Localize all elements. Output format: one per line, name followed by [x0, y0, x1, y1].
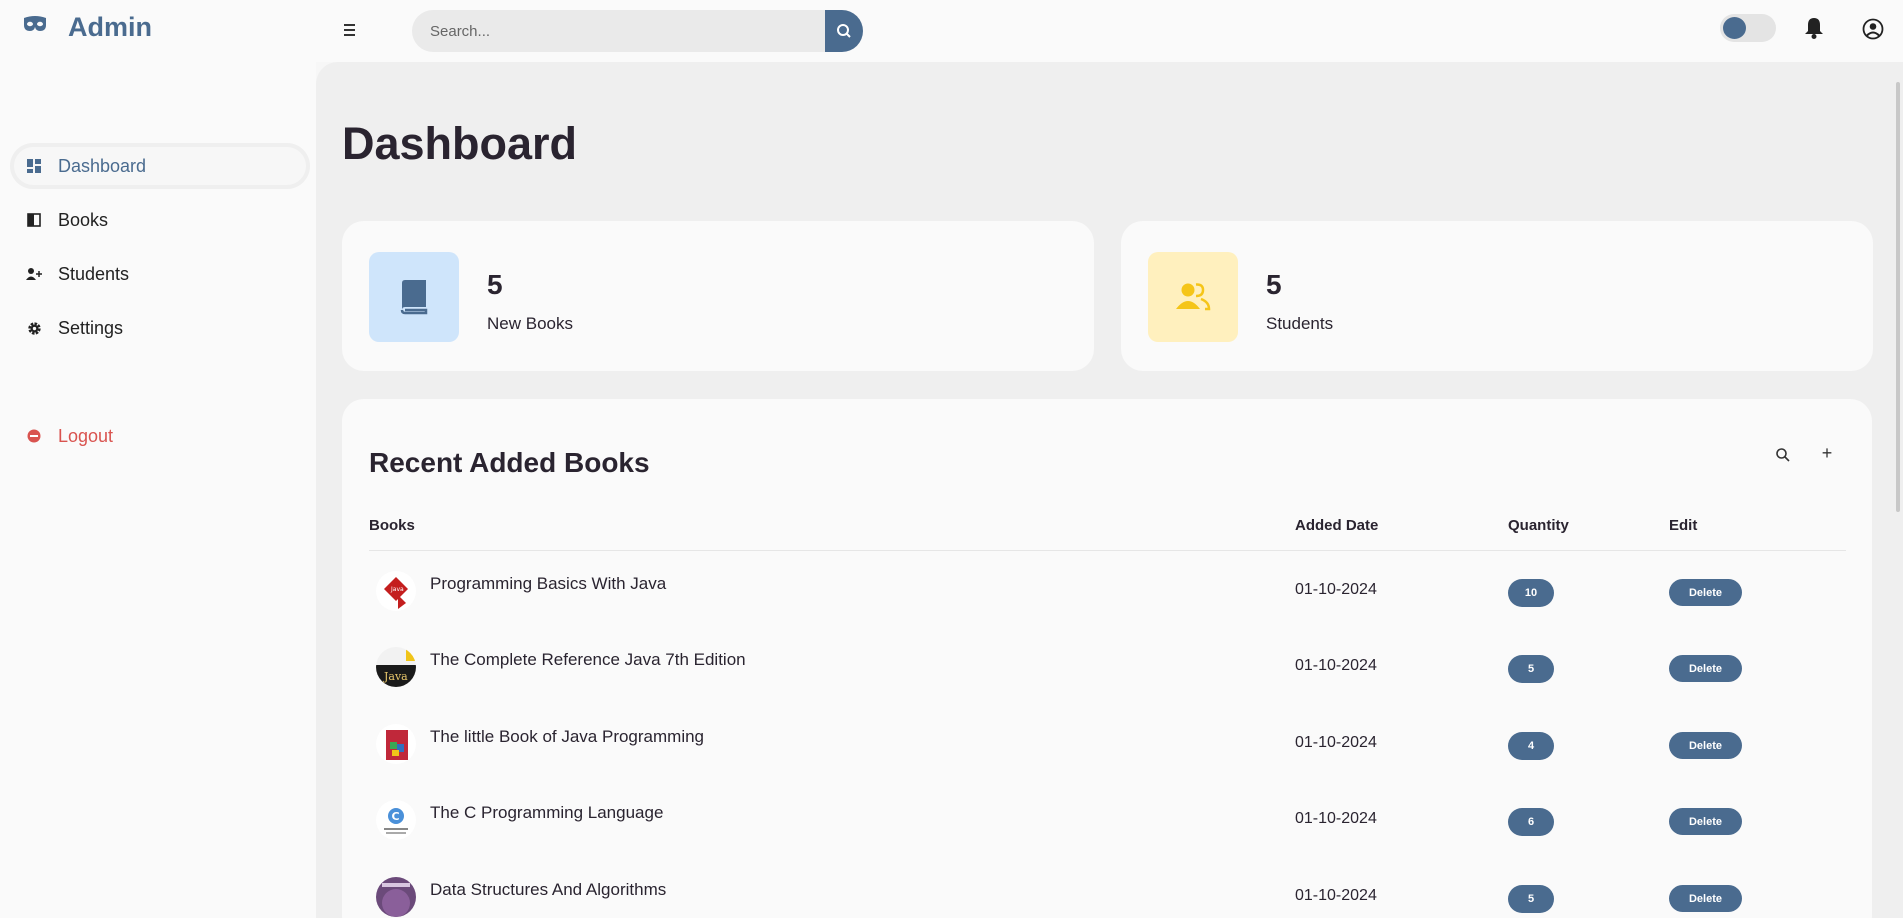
added-date: 01-10-2024 — [1295, 887, 1377, 904]
delete-button[interactable]: Delete — [1669, 885, 1742, 912]
quantity-badge: 5 — [1508, 885, 1554, 913]
added-date: 01-10-2024 — [1295, 810, 1377, 827]
added-date: 01-10-2024 — [1295, 581, 1377, 598]
panel-title: Recent Added Books — [369, 447, 650, 478]
column-header: Books — [369, 517, 415, 534]
stat-caption: New Books — [487, 314, 573, 333]
delete-button[interactable]: Delete — [1669, 732, 1742, 759]
table-row: The little Book of Java Programming 01-1… — [342, 712, 1872, 788]
search-button[interactable] — [825, 10, 863, 52]
delete-button[interactable]: Delete — [1669, 808, 1742, 835]
svg-text:Java: Java — [390, 586, 404, 593]
bell-icon[interactable] — [1803, 16, 1825, 40]
column-header: Edit — [1669, 517, 1698, 534]
book-cover-image — [376, 877, 416, 917]
quantity-badge: 4 — [1508, 732, 1554, 760]
added-date: 01-10-2024 — [1295, 657, 1377, 674]
gear-icon — [26, 320, 42, 336]
search-input[interactable] — [412, 10, 826, 52]
book-title: Programming Basics With Java — [430, 574, 667, 593]
book-title: The Complete Reference Java 7th Edition — [430, 650, 746, 669]
svg-text:Java: Java — [383, 670, 408, 683]
top-bar: Admin — [0, 0, 1903, 62]
sidebar-item-logout[interactable]: Logout — [10, 413, 310, 459]
dashboard-icon — [26, 158, 42, 174]
quantity-badge: 5 — [1508, 655, 1554, 683]
sidebar-item-label: Students — [58, 263, 130, 284]
added-date: 01-10-2024 — [1295, 734, 1377, 751]
book-cover-image: C — [376, 800, 416, 840]
theme-toggle[interactable] — [1720, 14, 1776, 42]
sidebar-item-settings[interactable]: Settings — [10, 305, 310, 351]
stat-value: 5 — [1266, 269, 1282, 300]
stat-card-students: 5 Students — [1121, 221, 1873, 371]
sidebar-item-label: Logout — [58, 425, 114, 446]
book-title: The little Book of Java Programming — [430, 727, 705, 746]
menu-toggle-icon[interactable] — [340, 18, 362, 42]
header-divider — [369, 550, 1846, 551]
user-profile-icon[interactable] — [1862, 18, 1884, 40]
add-book-icon[interactable]: + — [1819, 443, 1835, 463]
delete-button[interactable]: Delete — [1669, 579, 1742, 606]
table-row: Java Programming Basics With Java 01-10-… — [342, 559, 1872, 635]
mask-logo-icon — [22, 14, 48, 34]
logout-icon — [26, 428, 42, 444]
table-row: Data Structures And Algorithms 01-10-202… — [342, 865, 1872, 918]
delete-button[interactable]: Delete — [1669, 655, 1742, 682]
brand-title[interactable]: Admin — [68, 12, 152, 43]
book-icon — [369, 252, 459, 342]
table-row: C The C Programming Language 01-10-2024 … — [342, 788, 1872, 864]
sidebar-item-students[interactable]: Students — [10, 251, 310, 297]
sidebar-item-label: Dashboard — [58, 155, 147, 176]
search-icon — [837, 24, 851, 38]
sidebar-item-label: Books — [58, 209, 109, 230]
search-icon[interactable] — [1775, 447, 1791, 463]
quantity-badge: 6 — [1508, 808, 1554, 836]
book-title: The C Programming Language — [430, 803, 664, 822]
recent-books-panel: Recent Added Books + Books Added Date Qu… — [342, 399, 1872, 918]
add-user-icon — [26, 266, 42, 282]
sidebar-item-label: Settings — [58, 317, 124, 338]
search-bar — [412, 10, 863, 52]
stat-value: 5 — [487, 269, 503, 300]
column-header: Added Date — [1295, 517, 1379, 534]
book-icon — [26, 212, 42, 228]
toggle-knob — [1723, 17, 1746, 39]
sidebar-item-books[interactable]: Books — [10, 197, 310, 243]
column-header: Quantity — [1508, 517, 1569, 534]
book-cover-image: Java — [376, 571, 416, 611]
table-row: Java The Complete Reference Java 7th Edi… — [342, 635, 1872, 711]
quantity-badge: 10 — [1508, 579, 1554, 607]
users-icon — [1148, 252, 1238, 342]
stat-card-books: 5 New Books — [342, 221, 1094, 371]
stat-caption: Students — [1266, 314, 1334, 333]
page-scrollbar[interactable] — [1896, 82, 1900, 512]
sidebar-item-dashboard[interactable]: Dashboard — [10, 143, 310, 189]
book-cover-image — [376, 724, 416, 764]
sidebar: Dashboard Books Students Settings Logout — [0, 62, 316, 918]
page-title: Dashboard — [342, 118, 578, 169]
book-title: Data Structures And Algorithms — [430, 880, 667, 899]
svg-text:C: C — [392, 810, 400, 823]
book-cover-image: Java — [376, 647, 416, 687]
